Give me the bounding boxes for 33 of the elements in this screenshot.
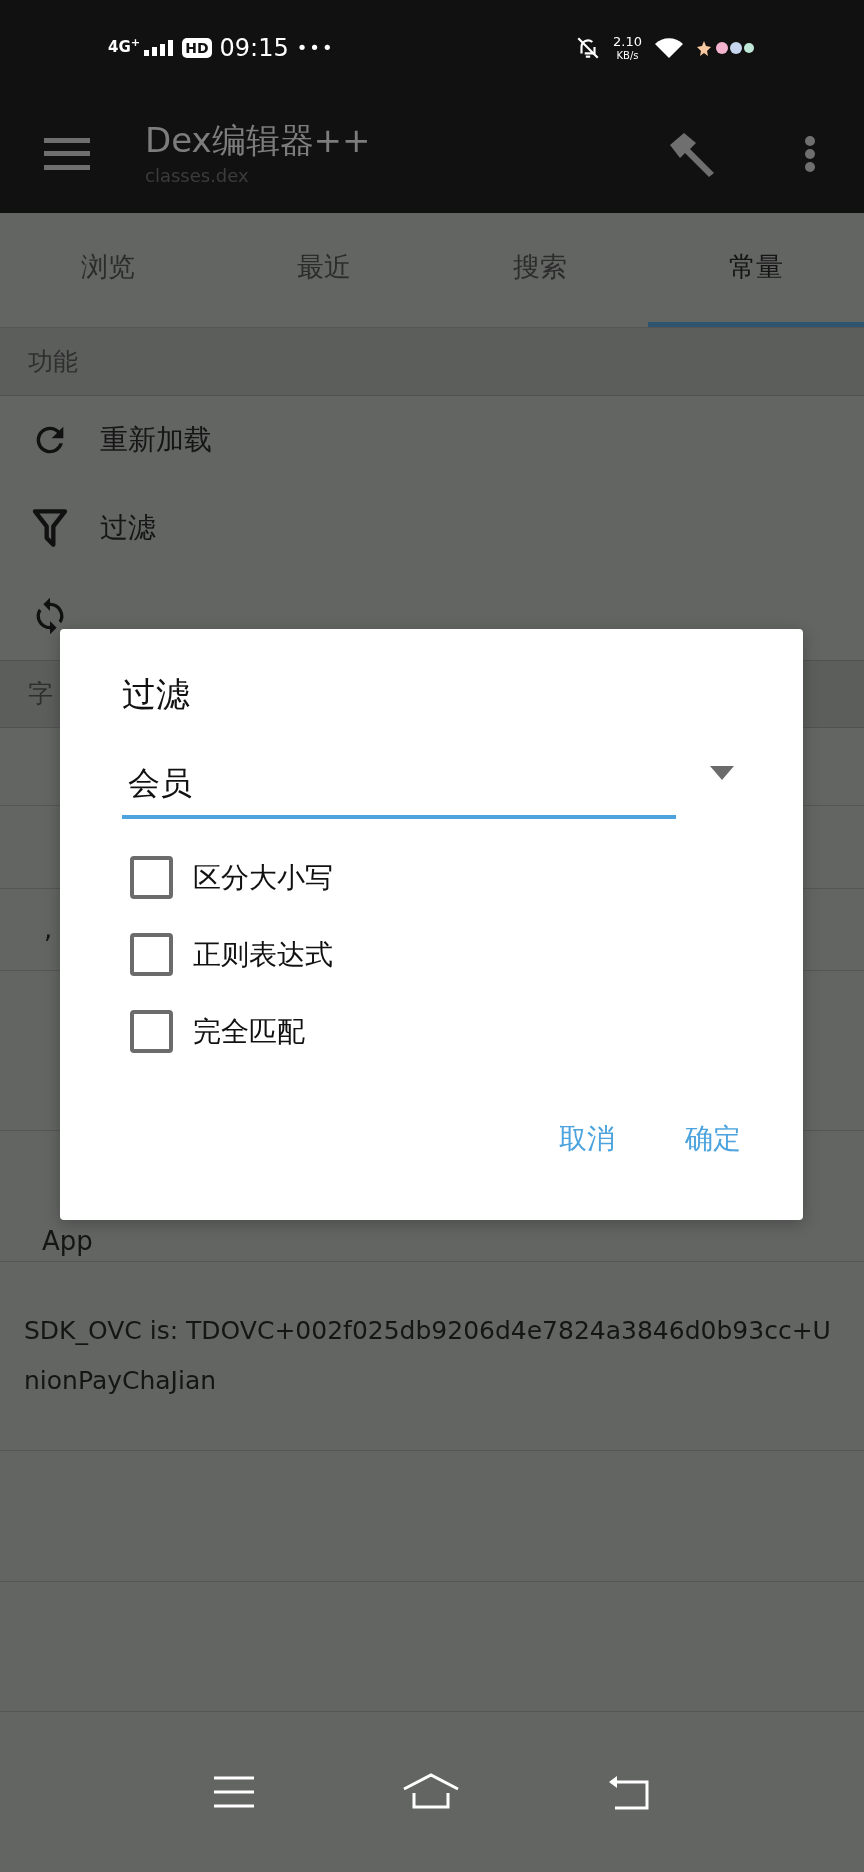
tab[interactable]: 浏览 bbox=[0, 213, 216, 327]
string-entry: SDK_OVC is: TDOVC+002f025db9206d4e7824a3846d0b93cc+UnionPayChaJian bbox=[24, 1315, 832, 1397]
string-entry: App bbox=[42, 1225, 93, 1258]
dialog-button[interactable]: 确定 bbox=[685, 1118, 741, 1160]
app-title: Dex编辑器++ bbox=[145, 119, 371, 162]
checkbox[interactable] bbox=[130, 856, 173, 899]
action-item[interactable]: 重新加载 bbox=[0, 396, 864, 484]
action-item[interactable]: 过滤 bbox=[0, 484, 864, 572]
checkbox[interactable] bbox=[130, 1010, 173, 1053]
speed-unit: KB/s bbox=[616, 50, 639, 61]
option-label: 区分大小写 bbox=[193, 859, 333, 896]
dropdown-icon[interactable] bbox=[710, 766, 734, 780]
wifi-icon bbox=[654, 35, 684, 60]
filter-input[interactable]: 会员 bbox=[122, 751, 676, 819]
dialog-title: 过滤 bbox=[122, 677, 191, 711]
option-label: 正则表达式 bbox=[193, 936, 333, 973]
clock: 09:15 bbox=[219, 32, 289, 64]
speed-value: 2.10 bbox=[613, 34, 642, 48]
checkbox[interactable] bbox=[130, 933, 173, 976]
menu-icon[interactable] bbox=[44, 138, 90, 170]
tab[interactable]: 最近 bbox=[216, 213, 432, 327]
option-label: 完全匹配 bbox=[193, 1013, 305, 1050]
string-entry: , bbox=[44, 913, 53, 946]
dialog-button[interactable]: 取消 bbox=[559, 1118, 615, 1160]
hd-badge: HD bbox=[182, 37, 212, 58]
home-icon[interactable] bbox=[402, 1773, 460, 1811]
signal-icon bbox=[144, 39, 175, 56]
filter-icon bbox=[30, 506, 70, 550]
network-label: 4G$^{+}$ bbox=[108, 40, 141, 55]
recents-icon[interactable] bbox=[213, 1776, 256, 1808]
more-notifications: ••• bbox=[296, 36, 335, 60]
more-icon[interactable] bbox=[804, 135, 816, 173]
tab[interactable]: 搜索 bbox=[432, 213, 648, 327]
